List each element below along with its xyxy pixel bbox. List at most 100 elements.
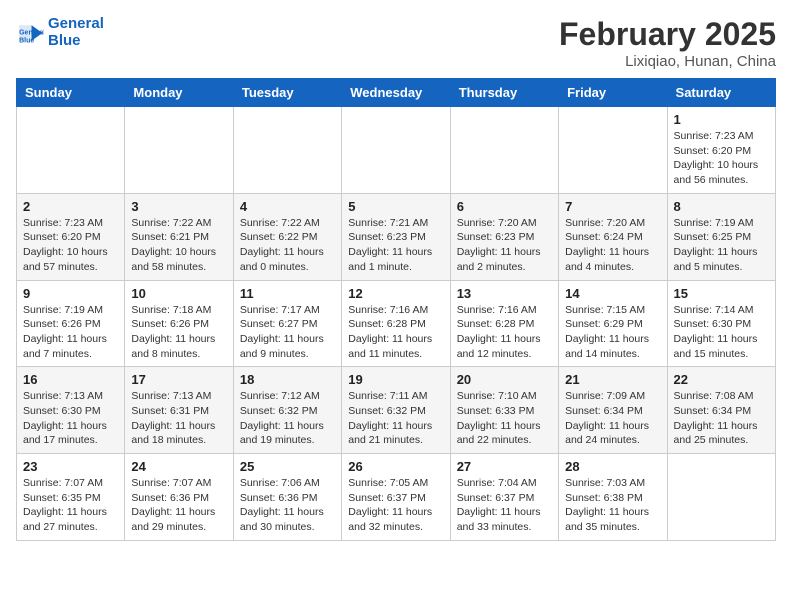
day-info: Sunrise: 7:20 AM Sunset: 6:24 PM Dayligh…	[565, 216, 660, 275]
calendar-cell: 17 Sunrise: 7:13 AM Sunset: 6:31 PM Dayli…	[125, 367, 233, 454]
day-info: Sunrise: 7:07 AM Sunset: 6:35 PM Dayligh…	[23, 476, 118, 535]
calendar-cell	[667, 454, 775, 541]
svg-text:General: General	[19, 29, 44, 36]
day-number: 3	[131, 199, 226, 214]
day-info: Sunrise: 7:16 AM Sunset: 6:28 PM Dayligh…	[348, 303, 443, 362]
calendar-week-row: 16 Sunrise: 7:13 AM Sunset: 6:30 PM Dayli…	[17, 367, 776, 454]
calendar-cell: 28 Sunrise: 7:03 AM Sunset: 6:38 PM Dayli…	[559, 454, 667, 541]
day-info: Sunrise: 7:12 AM Sunset: 6:32 PM Dayligh…	[240, 389, 335, 448]
calendar-week-row: 1 Sunrise: 7:23 AM Sunset: 6:20 PM Daylig…	[17, 107, 776, 194]
day-number: 7	[565, 199, 660, 214]
day-number: 19	[348, 372, 443, 387]
day-info: Sunrise: 7:19 AM Sunset: 6:25 PM Dayligh…	[674, 216, 769, 275]
day-number: 12	[348, 286, 443, 301]
calendar-cell: 1 Sunrise: 7:23 AM Sunset: 6:20 PM Daylig…	[667, 107, 775, 194]
day-number: 15	[674, 286, 769, 301]
calendar-cell: 23 Sunrise: 7:07 AM Sunset: 6:35 PM Dayli…	[17, 454, 125, 541]
title-block: February 2025 Lixiqiao, Hunan, China	[559, 16, 776, 70]
calendar-cell: 25 Sunrise: 7:06 AM Sunset: 6:36 PM Dayli…	[233, 454, 341, 541]
calendar-cell	[17, 107, 125, 194]
calendar-cell: 15 Sunrise: 7:14 AM Sunset: 6:30 PM Dayli…	[667, 280, 775, 367]
day-info: Sunrise: 7:14 AM Sunset: 6:30 PM Dayligh…	[674, 303, 769, 362]
day-info: Sunrise: 7:16 AM Sunset: 6:28 PM Dayligh…	[457, 303, 552, 362]
calendar-cell: 27 Sunrise: 7:04 AM Sunset: 6:37 PM Dayli…	[450, 454, 558, 541]
calendar-cell: 16 Sunrise: 7:13 AM Sunset: 6:30 PM Dayli…	[17, 367, 125, 454]
calendar-week-row: 23 Sunrise: 7:07 AM Sunset: 6:35 PM Dayli…	[17, 454, 776, 541]
day-number: 28	[565, 459, 660, 474]
day-info: Sunrise: 7:23 AM Sunset: 6:20 PM Dayligh…	[674, 129, 769, 188]
logo-icon: General Blue	[16, 19, 44, 47]
day-number: 24	[131, 459, 226, 474]
day-info: Sunrise: 7:07 AM Sunset: 6:36 PM Dayligh…	[131, 476, 226, 535]
day-number: 2	[23, 199, 118, 214]
day-info: Sunrise: 7:06 AM Sunset: 6:36 PM Dayligh…	[240, 476, 335, 535]
day-number: 5	[348, 199, 443, 214]
day-info: Sunrise: 7:17 AM Sunset: 6:27 PM Dayligh…	[240, 303, 335, 362]
calendar-cell: 21Sunrise: 7:09 AM Sunset: 6:34 PM Dayli…	[559, 367, 667, 454]
day-info: Sunrise: 7:05 AM Sunset: 6:37 PM Dayligh…	[348, 476, 443, 535]
day-number: 4	[240, 199, 335, 214]
day-info: Sunrise: 7:20 AM Sunset: 6:23 PM Dayligh…	[457, 216, 552, 275]
calendar-cell: 18 Sunrise: 7:12 AM Sunset: 6:32 PM Dayli…	[233, 367, 341, 454]
weekday-header-friday: Friday	[559, 79, 667, 107]
day-info: Sunrise: 7:23 AM Sunset: 6:20 PM Dayligh…	[23, 216, 118, 275]
logo: General Blue General Blue	[16, 16, 104, 49]
calendar-cell: 12 Sunrise: 7:16 AM Sunset: 6:28 PM Dayli…	[342, 280, 450, 367]
day-info: Sunrise: 7:21 AM Sunset: 6:23 PM Dayligh…	[348, 216, 443, 275]
day-number: 1	[674, 112, 769, 127]
day-info: Sunrise: 7:10 AM Sunset: 6:33 PM Dayligh…	[457, 389, 552, 448]
day-number: 22	[674, 372, 769, 387]
location-subtitle: Lixiqiao, Hunan, China	[559, 53, 776, 70]
calendar-week-row: 9Sunrise: 7:19 AM Sunset: 6:26 PM Daylig…	[17, 280, 776, 367]
calendar-cell: 26 Sunrise: 7:05 AM Sunset: 6:37 PM Dayli…	[342, 454, 450, 541]
weekday-header-sunday: Sunday	[17, 79, 125, 107]
day-info: Sunrise: 7:11 AM Sunset: 6:32 PM Dayligh…	[348, 389, 443, 448]
day-info: Sunrise: 7:09 AM Sunset: 6:34 PM Dayligh…	[565, 389, 660, 448]
logo-line1: General	[48, 16, 104, 33]
day-number: 20	[457, 372, 552, 387]
day-number: 27	[457, 459, 552, 474]
calendar-cell: 4 Sunrise: 7:22 AM Sunset: 6:22 PM Daylig…	[233, 193, 341, 280]
logo-text-block: General Blue	[48, 16, 104, 49]
month-year-title: February 2025	[559, 16, 776, 53]
calendar-cell: 13Sunrise: 7:16 AM Sunset: 6:28 PM Dayli…	[450, 280, 558, 367]
calendar-cell: 20 Sunrise: 7:10 AM Sunset: 6:33 PM Dayli…	[450, 367, 558, 454]
day-info: Sunrise: 7:13 AM Sunset: 6:31 PM Dayligh…	[131, 389, 226, 448]
day-number: 26	[348, 459, 443, 474]
calendar-cell: 2 Sunrise: 7:23 AM Sunset: 6:20 PM Daylig…	[17, 193, 125, 280]
calendar-cell: 11 Sunrise: 7:17 AM Sunset: 6:27 PM Dayli…	[233, 280, 341, 367]
day-info: Sunrise: 7:22 AM Sunset: 6:22 PM Dayligh…	[240, 216, 335, 275]
day-number: 8	[674, 199, 769, 214]
calendar-cell: 8 Sunrise: 7:19 AM Sunset: 6:25 PM Daylig…	[667, 193, 775, 280]
calendar-cell: 9Sunrise: 7:19 AM Sunset: 6:26 PM Daylig…	[17, 280, 125, 367]
page-header: General Blue General Blue February 2025 …	[16, 16, 776, 70]
day-number: 11	[240, 286, 335, 301]
weekday-header-tuesday: Tuesday	[233, 79, 341, 107]
calendar-cell	[450, 107, 558, 194]
day-number: 25	[240, 459, 335, 474]
day-number: 17	[131, 372, 226, 387]
weekday-header-row: SundayMondayTuesdayWednesdayThursdayFrid…	[17, 79, 776, 107]
weekday-header-monday: Monday	[125, 79, 233, 107]
day-number: 23	[23, 459, 118, 474]
calendar-cell	[559, 107, 667, 194]
calendar-cell: 7 Sunrise: 7:20 AM Sunset: 6:24 PM Daylig…	[559, 193, 667, 280]
calendar-cell: 22 Sunrise: 7:08 AM Sunset: 6:34 PM Dayli…	[667, 367, 775, 454]
calendar-cell	[342, 107, 450, 194]
calendar-cell: 24 Sunrise: 7:07 AM Sunset: 6:36 PM Dayli…	[125, 454, 233, 541]
day-number: 18	[240, 372, 335, 387]
day-info: Sunrise: 7:15 AM Sunset: 6:29 PM Dayligh…	[565, 303, 660, 362]
day-info: Sunrise: 7:13 AM Sunset: 6:30 PM Dayligh…	[23, 389, 118, 448]
calendar-cell	[125, 107, 233, 194]
calendar-cell: 5 Sunrise: 7:21 AM Sunset: 6:23 PM Daylig…	[342, 193, 450, 280]
day-info: Sunrise: 7:08 AM Sunset: 6:34 PM Dayligh…	[674, 389, 769, 448]
weekday-header-wednesday: Wednesday	[342, 79, 450, 107]
day-info: Sunrise: 7:03 AM Sunset: 6:38 PM Dayligh…	[565, 476, 660, 535]
calendar-cell: 14Sunrise: 7:15 AM Sunset: 6:29 PM Dayli…	[559, 280, 667, 367]
calendar-table: SundayMondayTuesdayWednesdayThursdayFrid…	[16, 78, 776, 541]
weekday-header-thursday: Thursday	[450, 79, 558, 107]
day-number: 16	[23, 372, 118, 387]
calendar-cell: 10Sunrise: 7:18 AM Sunset: 6:26 PM Dayli…	[125, 280, 233, 367]
day-info: Sunrise: 7:04 AM Sunset: 6:37 PM Dayligh…	[457, 476, 552, 535]
day-number: 9	[23, 286, 118, 301]
